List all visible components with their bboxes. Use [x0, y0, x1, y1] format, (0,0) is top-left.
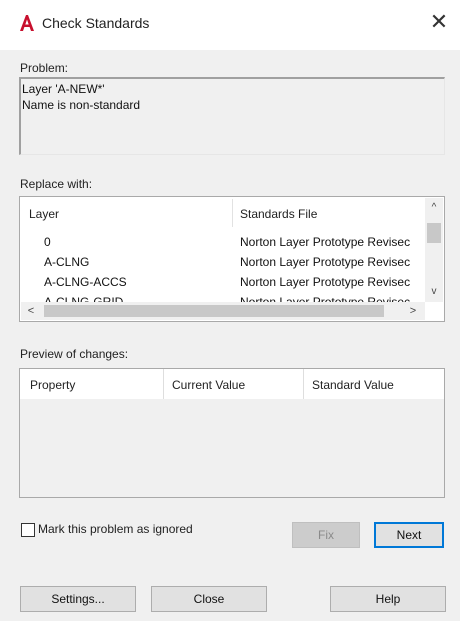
list-item-file[interactable]: Norton Layer Prototype Revisec	[240, 255, 426, 269]
scroll-left-icon[interactable]: <	[23, 302, 39, 320]
vertical-scroll-thumb[interactable]	[427, 223, 441, 243]
scroll-up-icon[interactable]: ^	[425, 200, 443, 216]
close-button[interactable]: Close	[151, 586, 267, 612]
list-item-file[interactable]: Norton Layer Prototype Revisec	[240, 235, 426, 249]
problem-text-line: Name is non-standard	[22, 98, 141, 112]
column-header-property[interactable]: Property	[30, 378, 75, 392]
close-icon[interactable]: ✕	[427, 10, 451, 34]
column-divider[interactable]	[163, 369, 164, 399]
column-divider[interactable]	[303, 369, 304, 399]
list-item-layer[interactable]: 0	[44, 235, 51, 249]
column-header-standard-value[interactable]: Standard Value	[312, 378, 394, 392]
replace-with-label: Replace with:	[20, 177, 93, 191]
list-item-layer[interactable]: A-CLNG-ACCS	[44, 275, 127, 289]
ignore-problem-label[interactable]: Mark this problem as ignored	[38, 522, 193, 536]
column-header-layer[interactable]: Layer	[29, 207, 59, 221]
column-header-current-value[interactable]: Current Value	[172, 378, 245, 392]
column-divider[interactable]	[232, 199, 233, 227]
preview-of-changes-label: Preview of changes:	[20, 347, 129, 361]
ignore-problem-checkbox[interactable]	[21, 523, 35, 537]
scroll-down-icon[interactable]: v	[425, 284, 443, 300]
scroll-right-icon[interactable]: >	[405, 302, 421, 320]
help-button[interactable]: Help	[330, 586, 446, 612]
autocad-logo-icon	[20, 15, 34, 31]
horizontal-scroll-thumb[interactable]	[44, 305, 384, 317]
list-item-layer[interactable]: A-CLNG	[44, 255, 89, 269]
problem-label: Problem:	[20, 61, 69, 75]
next-button[interactable]: Next	[374, 522, 444, 548]
problem-text-line: Layer 'A-NEW*'	[22, 82, 105, 96]
list-item-file[interactable]: Norton Layer Prototype Revisec	[240, 275, 426, 289]
settings-button[interactable]: Settings...	[20, 586, 136, 612]
column-header-standards-file[interactable]: Standards File	[240, 207, 317, 221]
window-title: Check Standards	[42, 15, 150, 31]
fix-button[interactable]: Fix	[292, 522, 360, 548]
